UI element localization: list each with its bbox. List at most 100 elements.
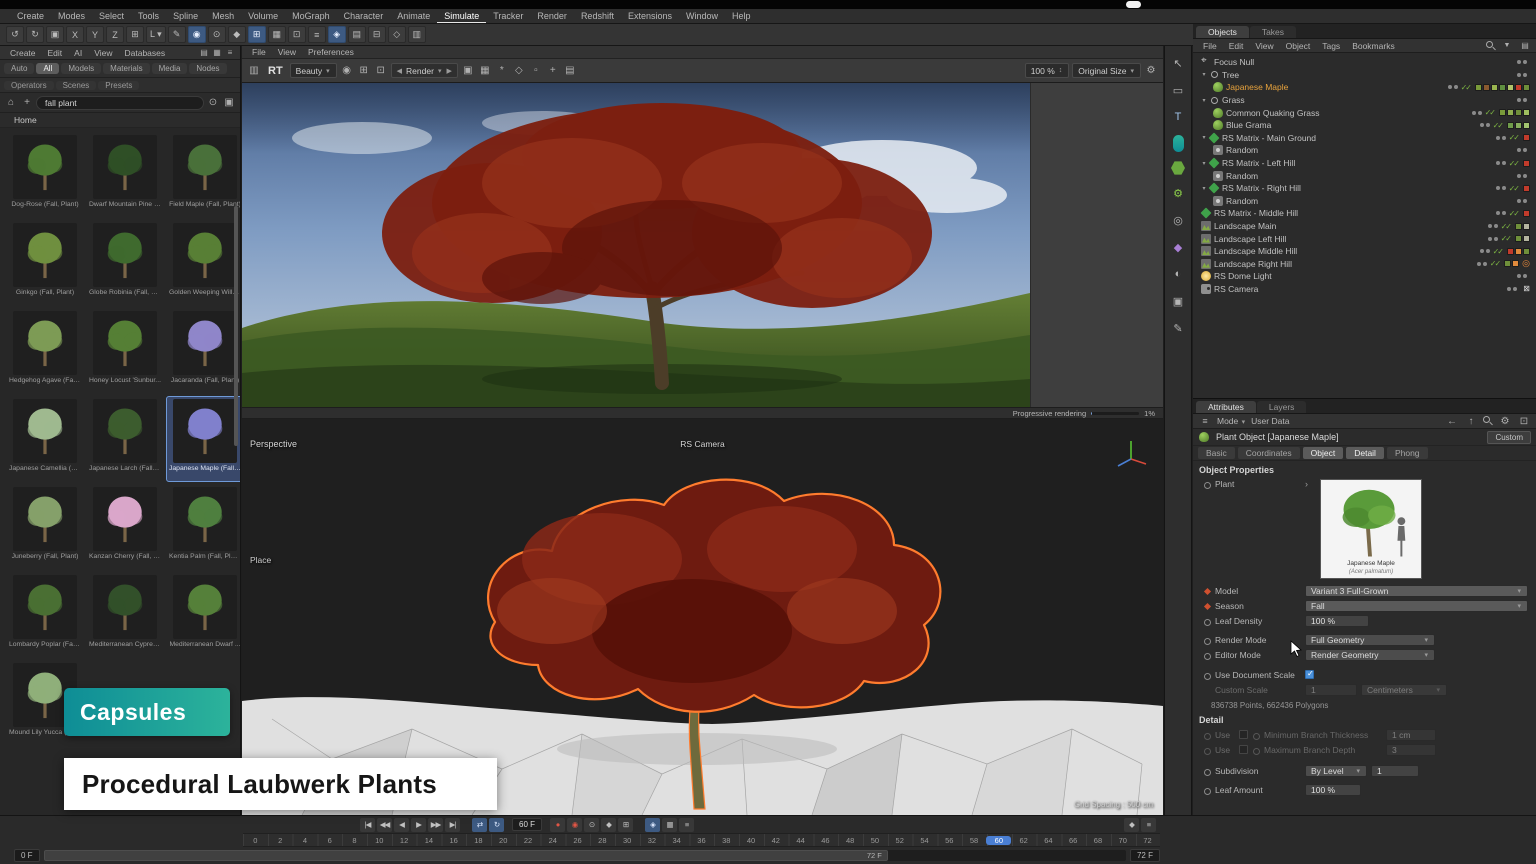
- object-label[interactable]: Blue Grama: [1226, 120, 1271, 130]
- menu-item[interactable]: Create: [10, 10, 51, 23]
- timeline-frame[interactable]: 50: [863, 836, 888, 845]
- layers-icon[interactable]: ▤: [563, 64, 577, 78]
- material-chip[interactable]: [1491, 84, 1498, 91]
- asset-subfilter-button[interactable]: Operators: [4, 81, 54, 90]
- keying-button[interactable]: ◈: [645, 818, 660, 832]
- timeline-frame[interactable]: 68: [1086, 836, 1111, 845]
- toolbar-button[interactable]: L ▾: [146, 26, 166, 43]
- visibility-dots[interactable]: [1488, 224, 1498, 228]
- object-label[interactable]: RS Matrix - Middle Hill: [1214, 208, 1298, 218]
- menu-item[interactable]: Animate: [390, 10, 437, 23]
- object-label[interactable]: Landscape Right Hill: [1214, 259, 1292, 269]
- toolbar-button[interactable]: ▤: [348, 26, 366, 43]
- object-row[interactable]: ▾ RS Matrix - Right Hill ✓✓ ◎ ⊠: [1193, 182, 1536, 195]
- anim-dot-icon[interactable]: [1203, 747, 1211, 755]
- object-label[interactable]: Common Quaking Grass: [1226, 108, 1320, 118]
- transport-button[interactable]: |◀: [360, 818, 375, 832]
- enable-checks[interactable]: ✓✓: [1461, 83, 1472, 92]
- toolbar-button[interactable]: Z: [106, 26, 124, 43]
- material-chip[interactable]: [1515, 109, 1522, 116]
- material-chip[interactable]: [1507, 84, 1514, 91]
- material-chip[interactable]: [1523, 134, 1530, 141]
- mode-toolbar-icon[interactable]: [1173, 135, 1184, 152]
- home-icon[interactable]: ⌂: [4, 96, 18, 110]
- menu-item[interactable]: Render: [530, 10, 574, 23]
- timeline-frame[interactable]: 70: [1110, 836, 1135, 845]
- timeline-frame[interactable]: 40: [739, 836, 764, 845]
- toolbar-button[interactable]: ▥: [408, 26, 426, 43]
- object-row[interactable]: ▾ Landscape Left Hill ✓✓ ◎ ⊠: [1193, 232, 1536, 245]
- search-input[interactable]: [36, 96, 204, 110]
- visibility-dots[interactable]: [1517, 148, 1527, 152]
- timeline-frame[interactable]: 14: [416, 836, 441, 845]
- object-row[interactable]: ▾ Landscape Main ✓✓ ◎ ⊠: [1193, 220, 1536, 233]
- visibility-dots[interactable]: [1477, 262, 1487, 266]
- menu-item[interactable]: Help: [725, 10, 758, 23]
- custom-scale-field[interactable]: 1: [1305, 684, 1357, 696]
- leaf-amount-field[interactable]: 100 %: [1305, 784, 1361, 796]
- menu-item[interactable]: Window: [679, 10, 725, 23]
- object-label[interactable]: RS Matrix - Right Hill: [1222, 183, 1301, 193]
- timeline-frame[interactable]: 62: [1011, 836, 1036, 845]
- timeline-frame[interactable]: 32: [640, 836, 665, 845]
- scrollbar[interactable]: [234, 206, 238, 446]
- anim-dot-icon[interactable]: [1203, 481, 1211, 489]
- asset-browser-menu-item[interactable]: View: [88, 48, 118, 58]
- object-label[interactable]: Focus Null: [1214, 57, 1254, 67]
- timeline-frame[interactable]: 60: [986, 836, 1011, 845]
- timeline-frame[interactable]: 2: [268, 836, 293, 845]
- transport-button[interactable]: ◀◀: [377, 818, 392, 832]
- material-chip[interactable]: [1515, 84, 1522, 91]
- layout-icon[interactable]: ▤: [1518, 39, 1532, 53]
- object-row[interactable]: ▾ RS Matrix - Left Hill ✓✓ ◎ ⊠: [1193, 157, 1536, 170]
- anim-dot-icon[interactable]: [1203, 768, 1211, 776]
- keyframe-diamond-icon[interactable]: [1203, 603, 1211, 611]
- object-label[interactable]: Landscape Left Hill: [1214, 234, 1286, 244]
- timeline-frame[interactable]: 4: [293, 836, 318, 845]
- expand-arrow-icon[interactable]: ▾: [1200, 160, 1208, 167]
- visibility-dots[interactable]: [1488, 237, 1498, 241]
- asset-browser-menu-item[interactable]: Databases: [118, 48, 171, 58]
- asset-subfilter-button[interactable]: Presets: [98, 81, 139, 90]
- material-chip[interactable]: [1523, 235, 1530, 242]
- panel-tab[interactable]: Attributes: [1196, 401, 1256, 413]
- material-chip[interactable]: [1523, 210, 1530, 217]
- timeline-frame[interactable]: 22: [516, 836, 541, 845]
- object-manager-menu-item[interactable]: View: [1249, 41, 1279, 51]
- asset-item[interactable]: Japanese Larch (Fall, Pl...: [86, 396, 164, 482]
- asset-item[interactable]: Dog-Rose (Fall, Plant): [6, 132, 84, 218]
- material-chip[interactable]: [1523, 84, 1530, 91]
- timeline-frame[interactable]: 56: [937, 836, 962, 845]
- toolbar-button[interactable]: ≡: [308, 26, 326, 43]
- timeline-frame[interactable]: 38: [714, 836, 739, 845]
- toolbar-button[interactable]: Y: [86, 26, 104, 43]
- object-manager-menu-item[interactable]: Bookmarks: [1346, 41, 1401, 51]
- menu-item[interactable]: Character: [337, 10, 391, 23]
- model-dropdown[interactable]: Variant 3 Full-Grown▾: [1305, 585, 1528, 597]
- range-end-field[interactable]: 72 F: [1130, 849, 1160, 862]
- menu-item[interactable]: Extensions: [621, 10, 679, 23]
- timeline-frame[interactable]: 28: [590, 836, 615, 845]
- material-chip[interactable]: [1515, 248, 1522, 255]
- anim-dot-icon[interactable]: [1203, 652, 1211, 660]
- material-chip[interactable]: [1499, 84, 1506, 91]
- toolbar-button[interactable]: ◉: [188, 26, 206, 43]
- menu-item[interactable]: Modes: [51, 10, 92, 23]
- range-track[interactable]: 72 F: [44, 850, 1126, 861]
- asset-filter-button[interactable]: Media: [152, 63, 188, 74]
- object-row[interactable]: ▾ RS Matrix - Middle Hill ✓✓ ◎ ⊠: [1193, 207, 1536, 220]
- visibility-dots[interactable]: [1507, 287, 1517, 291]
- mode-toolbar-icon[interactable]: ▣: [1169, 292, 1187, 310]
- timeline-frame[interactable]: 16: [441, 836, 466, 845]
- timeline-frame[interactable]: 58: [962, 836, 987, 845]
- material-chip[interactable]: [1499, 109, 1506, 116]
- asset-filter-button[interactable]: Models: [61, 63, 101, 74]
- timeline-frame[interactable]: 72: [1135, 836, 1160, 845]
- menu-item[interactable]: Spline: [166, 10, 205, 23]
- section-tab[interactable]: Object: [1303, 447, 1344, 459]
- timeline-frame[interactable]: 12: [392, 836, 417, 845]
- material-chip[interactable]: [1483, 84, 1490, 91]
- record-button[interactable]: ⊞: [618, 818, 633, 832]
- region-icon[interactable]: ▫: [529, 64, 543, 78]
- object-row[interactable]: ▾ Blue Grama ✓✓ ◎ ⊠: [1193, 119, 1536, 132]
